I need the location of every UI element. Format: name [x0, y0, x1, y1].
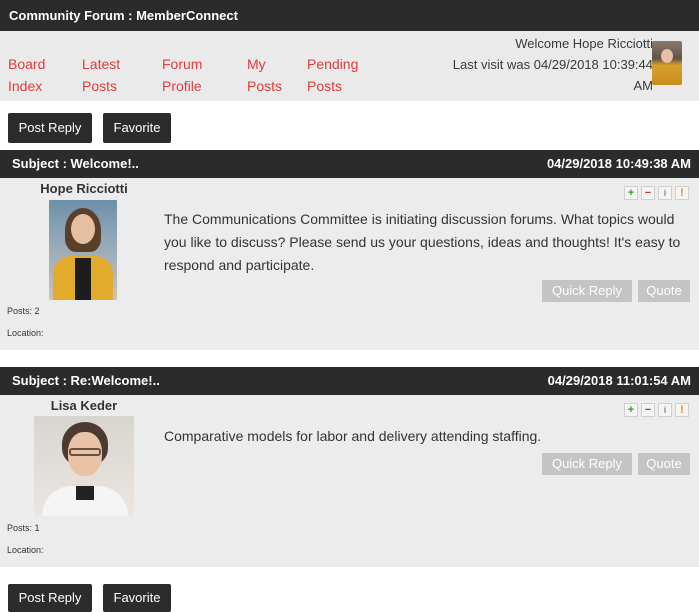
- author-photo: [34, 416, 134, 516]
- post-date: 04/29/2018 10:49:38 AM: [546, 156, 691, 171]
- quick-reply-button[interactable]: Quick Reply: [542, 453, 632, 475]
- nav-latest-posts-link[interactable]: Latest Posts: [82, 53, 120, 97]
- last-visit-text: Last visit was 04/29/2018 10:39:44: [452, 57, 653, 72]
- post-subject-bar: Subject : Re:Welcome!.. 04/29/2018 11:01…: [0, 367, 699, 395]
- nav-forum-profile-link[interactable]: Forum Profile: [162, 53, 202, 97]
- nav-link-line2: Posts: [307, 78, 343, 94]
- location-label: Location:: [7, 545, 44, 555]
- post-date: 04/29/2018 11:01:54 AM: [547, 373, 691, 388]
- info-icon[interactable]: i: [658, 403, 672, 417]
- nav-link-line1: My: [247, 56, 266, 72]
- post-actions: + − i !: [624, 186, 689, 200]
- user-avatar[interactable]: [652, 41, 682, 85]
- minus-icon[interactable]: −: [641, 186, 655, 200]
- post-body: Hope Ricciotti Posts: 2 Location: + − i …: [0, 178, 699, 350]
- favorite-button[interactable]: Favorite: [103, 113, 171, 143]
- post-actions: + − i !: [624, 403, 689, 417]
- quick-reply-button[interactable]: Quick Reply: [542, 280, 632, 302]
- nav-board-index-link[interactable]: Board Index: [8, 53, 45, 97]
- nav-link-line2: Index: [8, 78, 43, 94]
- minus-icon[interactable]: −: [641, 403, 655, 417]
- quote-button[interactable]: Quote: [638, 453, 690, 475]
- author-name[interactable]: Hope Ricciotti: [14, 181, 154, 196]
- last-visit-suffix: AM: [633, 78, 654, 93]
- posts-count: Posts: 1: [7, 523, 40, 533]
- post-text: The Communications Committee is initiati…: [164, 211, 681, 273]
- post-subject: Subject : Welcome!..: [12, 156, 139, 171]
- forum-title: Community Forum : MemberConnect: [0, 0, 699, 31]
- welcome-text: Welcome Hope Ricciotti: [515, 36, 653, 51]
- nav-pending-posts-link[interactable]: Pending Posts: [307, 53, 358, 97]
- plus-icon[interactable]: +: [624, 403, 638, 417]
- post-reply-button[interactable]: Post Reply: [8, 113, 92, 143]
- nav-link-line1: Board: [8, 56, 46, 72]
- author-name[interactable]: Lisa Keder: [14, 398, 154, 413]
- nav-my-posts-link[interactable]: My Posts: [247, 53, 282, 97]
- post-text: Comparative models for labor and deliver…: [164, 428, 542, 444]
- nav-link-line2: Profile: [162, 78, 202, 94]
- plus-icon[interactable]: +: [624, 186, 638, 200]
- info-icon[interactable]: i: [658, 186, 672, 200]
- welcome-block: Welcome Hope Ricciotti Last visit was 04…: [373, 33, 653, 96]
- flag-icon[interactable]: !: [675, 403, 689, 417]
- post-subject: Subject : Re:Welcome!..: [12, 373, 160, 388]
- nav-link-line2: Posts: [247, 78, 283, 94]
- posts-count: Posts: 2: [7, 306, 40, 316]
- post-body: Lisa Keder Posts: 1 Location: + − i ! Co…: [0, 395, 699, 567]
- nav-bar: Board Index Latest Posts Forum Profile M…: [0, 31, 699, 101]
- nav-link-line1: Forum: [162, 56, 203, 72]
- location-label: Location:: [7, 328, 44, 338]
- author-photo: [49, 200, 117, 300]
- nav-link-line2: Posts: [82, 78, 118, 94]
- nav-link-line1: Pending: [307, 56, 359, 72]
- favorite-button[interactable]: Favorite: [103, 584, 171, 612]
- post-reply-button[interactable]: Post Reply: [8, 584, 92, 612]
- nav-link-line1: Latest: [82, 56, 121, 72]
- quote-button[interactable]: Quote: [638, 280, 690, 302]
- flag-icon[interactable]: !: [675, 186, 689, 200]
- post-subject-bar: Subject : Welcome!.. 04/29/2018 10:49:38…: [0, 150, 699, 178]
